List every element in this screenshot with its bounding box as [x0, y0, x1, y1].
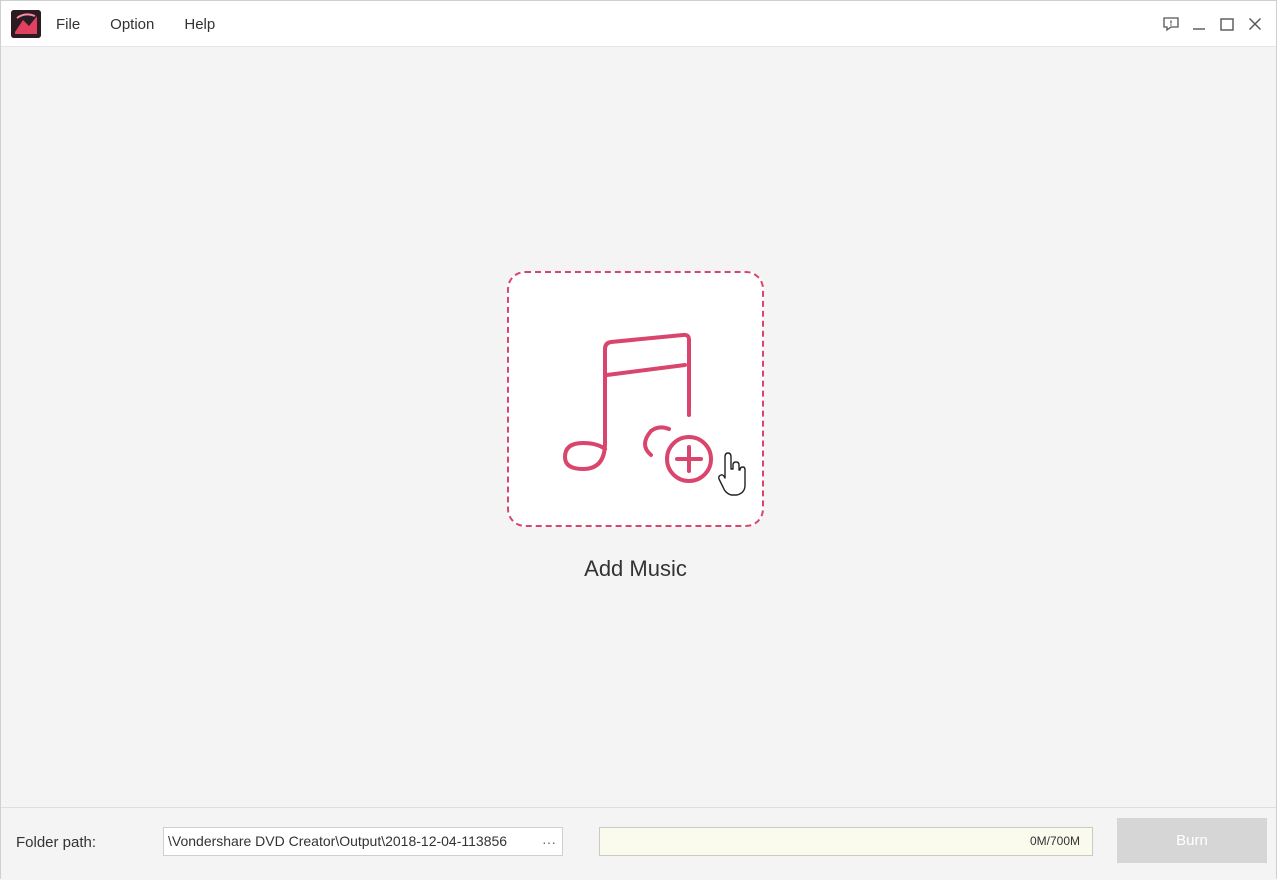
minimize-icon[interactable]: [1190, 15, 1208, 33]
browse-folder-button[interactable]: ···: [536, 828, 562, 855]
folder-path-value: \Vondershare DVD Creator\Output\2018-12-…: [168, 833, 508, 849]
folder-path-input[interactable]: \Vondershare DVD Creator\Output\2018-12-…: [163, 827, 563, 856]
bottom-bar: Folder path: \Vondershare DVD Creator\Ou…: [1, 807, 1276, 880]
add-music-label[interactable]: Add Music: [507, 556, 764, 582]
menu-bar: File Option Help: [41, 1, 230, 47]
menu-file[interactable]: File: [41, 16, 95, 33]
main-area: Add Music: [1, 47, 1276, 807]
app-window: File Option Help Add Music Folder path: …: [0, 0, 1277, 880]
folder-path-label: Folder path:: [16, 834, 97, 851]
maximize-icon[interactable]: [1218, 15, 1236, 33]
close-icon[interactable]: [1246, 15, 1264, 33]
add-music-drop-zone[interactable]: [507, 271, 764, 527]
disc-size-text: 0M/700M: [1029, 834, 1080, 848]
app-logo-icon: [11, 10, 41, 38]
window-controls: [1162, 11, 1264, 37]
menu-help[interactable]: Help: [169, 16, 230, 33]
disc-size-bar: 0M/700M: [599, 827, 1093, 856]
hand-pointer-icon: [718, 452, 746, 496]
burn-button[interactable]: Burn: [1117, 818, 1267, 863]
menu-option[interactable]: Option: [95, 16, 169, 33]
feedback-icon[interactable]: [1162, 15, 1180, 33]
title-bar: File Option Help: [1, 1, 1276, 47]
